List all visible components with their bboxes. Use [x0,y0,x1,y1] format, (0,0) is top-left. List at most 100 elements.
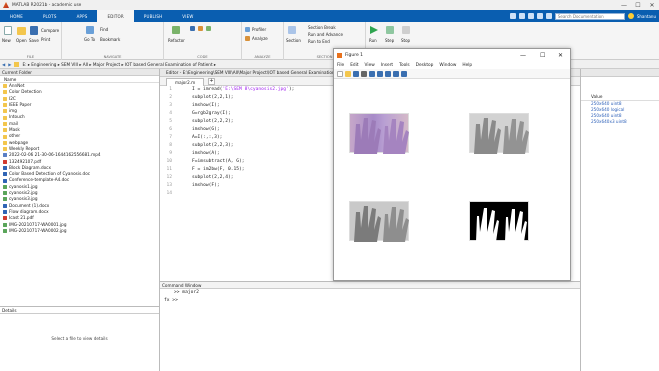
figure-minimize-button[interactable]: — [520,52,526,59]
goto-icon [86,26,94,34]
tab-publish[interactable]: PUBLISH [134,10,172,22]
pdf-icon [3,159,7,164]
new-tab-plus-icon[interactable]: + [208,78,215,85]
figure-toolbar [334,69,570,79]
img-icon [3,222,7,227]
figure-menu-window[interactable]: Window [439,63,456,68]
figure-menu-help[interactable]: Help [462,63,472,68]
folder-icon [3,84,7,89]
figure-window: Figure 1 — ☐ ✕ File Edit View Insert Tools De… [333,48,571,281]
user-account-menu[interactable]: Shantanu [637,14,656,19]
fig-panel-icon[interactable] [401,70,407,77]
figure-menu-view[interactable]: View [365,63,375,68]
line-number: 10 [166,159,172,164]
figure-maximize-button[interactable]: ☐ [540,52,545,59]
step-button[interactable]: Step [385,38,394,43]
details-title: Details [0,307,159,314]
run-to-end-button[interactable]: Run to End [308,39,330,44]
fig-link-icon[interactable] [369,70,375,77]
refactor-icon [172,26,180,34]
bookmark-button[interactable]: Bookmark [100,37,120,42]
name-column-header[interactable]: Name [0,76,159,83]
indent-icon[interactable] [206,26,211,31]
tab-apps[interactable]: APPS [67,10,98,22]
pdf-icon [3,216,7,221]
workspace-values: 250x640 uint8 250x640 logical 250x640 uint… [581,101,659,125]
maximize-button[interactable]: ☐ [631,0,645,10]
command-window[interactable]: Command Window >> major2 fx >> [160,281,580,371]
code-text: subplot(2,2,4); [192,175,234,180]
line-number: 6 [169,127,172,132]
section-button[interactable]: Section [286,38,301,43]
fig-colorbar-icon[interactable] [377,70,383,77]
print-button[interactable]: Print [41,37,50,42]
stop-button[interactable]: Stop [401,38,410,43]
figure-menu-file[interactable]: File [337,63,344,68]
run-button[interactable]: Run [369,38,377,43]
figure-menu-bar: File Edit View Insert Tools Desktop Window Help [334,61,570,69]
tab-home[interactable]: HOME [0,10,33,22]
doc-icon [3,166,7,170]
save-quick-icon[interactable] [509,13,516,19]
path-breadcrumb[interactable]: E: ▸ Engineering ▸ SEM VIII ▸ AII ▸ Majo… [22,62,216,67]
code-text: A=I(:,:,3); [192,135,223,140]
save-button[interactable]: Save [29,38,39,43]
open-button[interactable]: Open [16,38,27,43]
tab-view[interactable]: VIEW [172,10,203,22]
folder-icon [3,90,7,95]
close-button[interactable]: ✕ [645,0,659,10]
workspace-value-header[interactable]: Value [581,93,659,101]
window-title: MATLAB R2021b - academic use [12,2,82,8]
compare-button[interactable]: Compare [41,28,59,33]
img-icon [3,191,7,196]
back-arrow-icon[interactable]: ◀ [2,62,5,67]
undo-quick-icon[interactable] [536,13,543,19]
analyze-button[interactable]: Analyze [252,36,268,41]
find-button[interactable]: Find [100,27,108,32]
search-documentation-input[interactable]: Search Documentation [554,12,625,20]
folder-icon [3,128,7,133]
folder-icon [3,147,7,152]
matlab-logo-icon [3,2,9,8]
figure-menu-tools[interactable]: Tools [399,63,410,68]
fig-arrow-icon[interactable] [393,70,399,77]
help-quick-icon[interactable] [545,13,552,19]
minimize-button[interactable]: — [617,0,631,10]
insert-icon[interactable] [190,26,195,31]
fig-new-icon[interactable] [337,70,343,77]
line-number: 12 [166,175,172,180]
forward-arrow-icon[interactable]: ▶ [8,62,11,67]
copy-quick-icon[interactable] [527,13,534,19]
cut-quick-icon[interactable] [518,13,525,19]
browse-folder-icon[interactable] [14,61,20,67]
comment-icon[interactable] [198,26,203,31]
code-string-literal: 'E:\SEM 8\cyanosis2.jpg' [222,87,289,92]
editor-tab-major2[interactable]: major2.m [166,78,205,86]
tab-editor[interactable]: EDITOR [97,10,134,22]
fig-legend-icon[interactable] [385,70,391,77]
line-number: 7 [169,135,172,140]
code-text: imshow(F); [192,183,220,188]
ribbon-group-code: Refactor CODE [164,22,242,60]
figure-menu-desktop[interactable]: Desktop [416,63,434,68]
refactor-button[interactable]: Refactor [168,38,185,43]
goto-button[interactable]: Go To [84,37,95,42]
line-number: 14 [166,191,172,196]
section-break-button[interactable]: Section Break [308,25,336,30]
ribbon-group-navigate: Go To Find Bookmark NAVIGATE [62,22,164,60]
tab-plots[interactable]: PLOTS [33,10,67,22]
run-and-advance-button[interactable]: Run and Advance [308,32,343,37]
workspace-value[interactable]: 250x640x3 uint8 [591,119,659,125]
command-prompt[interactable]: fx >> [160,297,580,305]
figure-menu-edit[interactable]: Edit [350,63,358,68]
details-message: Select a file to view details [51,336,108,341]
fig-save-icon[interactable] [353,70,359,77]
fig-open-icon[interactable] [345,70,351,77]
profiler-button[interactable]: Profiler [252,27,266,32]
notification-bell-icon[interactable] [627,13,634,19]
file-list-item[interactable]: IMG-20210717-WA0002.jpg [3,228,159,234]
fig-print-icon[interactable] [361,70,367,77]
figure-menu-insert[interactable]: Insert [381,63,393,68]
new-button[interactable]: New [2,38,11,43]
figure-close-button[interactable]: ✕ [558,52,563,59]
